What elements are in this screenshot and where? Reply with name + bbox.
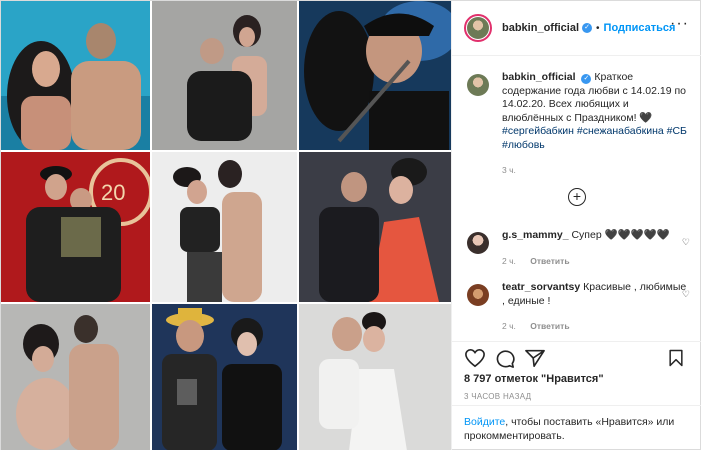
photo-yellow-hat-camera	[152, 304, 297, 450]
comment-body: teatr_sorvantsy Красивые , любимые , еди…	[502, 281, 690, 334]
instagram-post-embed: 20 babkin_official ✓ • Подписаться ··· b…	[0, 0, 701, 450]
verified-icon: ✓	[582, 23, 593, 33]
separator-dot: •	[596, 22, 600, 34]
comment-time: 2 ч.	[502, 321, 516, 331]
comment-meta: 2 ч. Ответить	[502, 320, 690, 334]
comment-icon[interactable]	[494, 348, 518, 370]
comment-text: Супер 🖤🖤🖤🖤🖤	[571, 229, 670, 241]
photo-white-background-couple	[152, 152, 297, 302]
post-header: babkin_official ✓ • Подписаться	[452, 1, 701, 56]
photo-pool-couple	[1, 1, 150, 150]
likes-count[interactable]: 8 797 отметок "Нравится"	[464, 373, 604, 385]
comment-username[interactable]: g.s_mammy_	[502, 229, 569, 241]
bookmark-icon[interactable]	[666, 348, 690, 370]
avatar[interactable]	[464, 14, 492, 42]
comments-section: babkin_official ✓ Краткое содержание год…	[452, 57, 701, 341]
login-prompt: Войдите, чтобы поставить «Нравится» или …	[452, 405, 701, 450]
caption-username[interactable]: babkin_official	[502, 71, 576, 83]
photo-collage[interactable]: 20	[1, 1, 451, 450]
caption-hashtags[interactable]: #сергейбабкин #снежанабабкина #СБ #любов…	[502, 125, 687, 151]
comment-meta: 2 ч. Ответить	[502, 255, 670, 269]
heart-icon[interactable]	[464, 348, 488, 370]
heart-icon[interactable]: ♡	[682, 289, 690, 300]
action-bar	[452, 341, 701, 371]
avatar[interactable]	[464, 229, 492, 257]
photo-white-dress-couple	[299, 304, 451, 450]
svg-text:20: 20	[101, 180, 125, 205]
caption-body: babkin_official ✓ Краткое содержание год…	[502, 71, 690, 178]
login-link[interactable]: Войдите	[464, 416, 505, 428]
plus-circle-icon[interactable]: +	[568, 188, 586, 206]
comment-body: g.s_mammy_ Супер 🖤🖤🖤🖤🖤 2 ч. Ответить	[502, 229, 670, 268]
username-link[interactable]: babkin_official	[502, 22, 579, 34]
comment-item: g.s_mammy_ Супер 🖤🖤🖤🖤🖤 2 ч. Ответить ♡	[464, 229, 690, 268]
photo-event-red-dress	[299, 152, 451, 302]
share-icon[interactable]	[524, 348, 548, 370]
avatar[interactable]	[464, 71, 492, 99]
comment-item: teatr_sorvantsy Красивые , любимые , еди…	[464, 281, 690, 334]
photo-pregnancy-studio	[1, 304, 150, 450]
reply-button[interactable]: Ответить	[530, 321, 569, 331]
post-side-panel: babkin_official ✓ • Подписаться ··· babk…	[451, 1, 701, 450]
photo-studio-couple-gray	[152, 1, 297, 150]
follow-button[interactable]: Подписаться	[604, 22, 676, 34]
verified-icon: ✓	[581, 74, 592, 84]
more-horizontal-icon[interactable]: ···	[670, 15, 689, 33]
comment-username[interactable]: teatr_sorvantsy	[502, 281, 580, 293]
photo-red-stage: 20	[1, 152, 150, 302]
caption: babkin_official ✓ Краткое содержание год…	[464, 71, 690, 178]
heart-icon[interactable]: ♡	[682, 237, 690, 248]
avatar[interactable]	[464, 281, 492, 309]
caption-time: 3 ч.	[502, 165, 516, 175]
reply-button[interactable]: Ответить	[530, 256, 569, 266]
comment-time: 2 ч.	[502, 255, 516, 266]
photo-concert-kiss	[299, 1, 451, 150]
post-timestamp: 3 ЧАСОВ НАЗАД	[464, 392, 532, 401]
